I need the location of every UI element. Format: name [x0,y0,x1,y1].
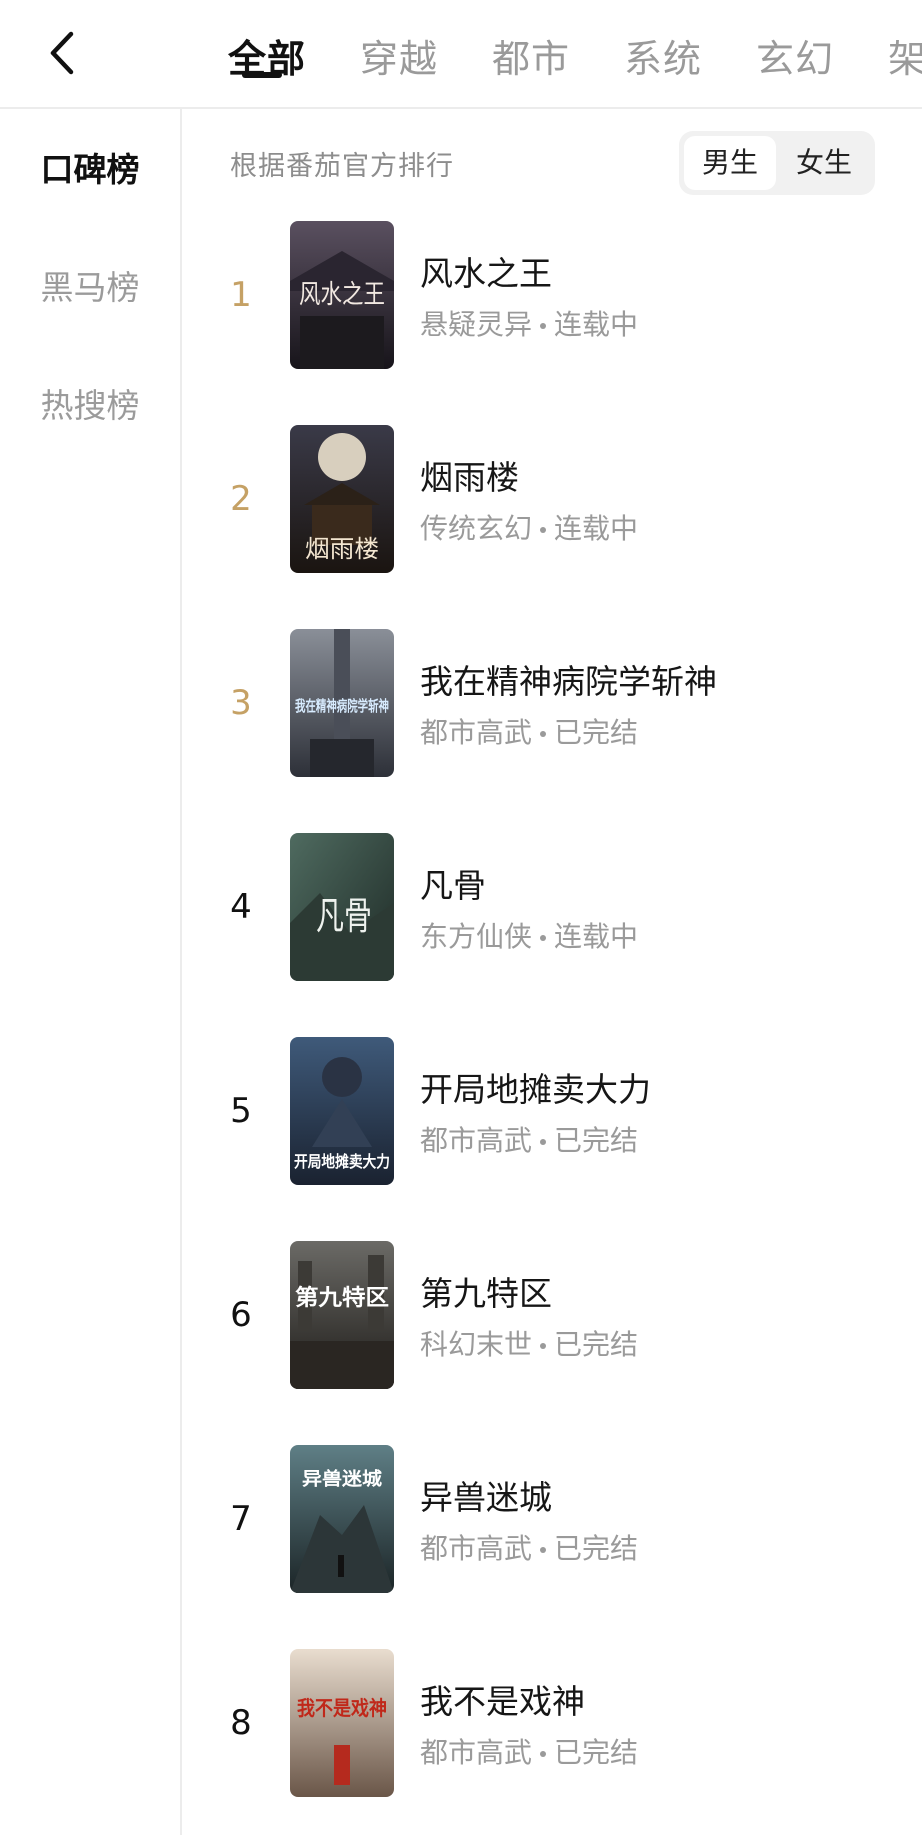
tab-urban[interactable]: 都市 [492,28,570,83]
book-title: 第九特区 [420,1274,552,1313]
chevron-left-icon [50,31,74,75]
rank-number: 4 [230,887,252,927]
book-genre: 科幻末世 [420,1328,533,1361]
book-cover[interactable]: 凡骨 [290,833,394,981]
separator-dot [540,1343,547,1349]
book-title: 我不是戏神 [420,1682,585,1721]
book-title: 开局地摊卖大力 [420,1070,651,1109]
book-genre: 东方仙侠 [420,920,533,953]
book-meta: 都市高武 已完结 [420,1731,638,1771]
book-meta: 东方仙侠 连载中 [420,915,638,955]
book-status: 连载中 [554,920,639,953]
cover-title-art: 风水之王 [299,280,385,310]
book-genre: 都市高武 [420,1124,533,1157]
book-row[interactable]: 2 烟雨楼 烟雨楼 传统玄幻 连载中 [182,425,922,575]
tab-system[interactable]: 系统 [624,28,702,83]
cover-title-art: 我在精神病院学斩神 [295,697,389,715]
rank-number: 1 [230,275,252,315]
sidebar-item-dark-horse[interactable]: 黑马榜 [0,261,180,309]
book-row[interactable]: 5 开局地摊卖大力 开局地摊卖大力 都市高武 已完结 [182,1037,922,1187]
ranking-source-note: 根据番茄官方排行 [230,151,454,182]
rank-number: 2 [230,479,252,519]
separator-dot [540,1139,547,1145]
book-status: 已完结 [554,1736,639,1769]
book-meta: 都市高武 已完结 [420,1119,638,1159]
book-genre: 都市高武 [420,1532,533,1565]
rank-number: 5 [230,1091,252,1131]
book-genre: 都市高武 [420,716,533,749]
book-cover[interactable]: 异兽迷城 [290,1445,394,1593]
cover-title-art: 开局地摊卖大力 [294,1152,390,1171]
book-genre: 悬疑灵异 [420,308,533,341]
gender-male-button[interactable]: 男生 [684,136,776,190]
gender-female-button[interactable]: 女生 [778,136,870,190]
book-meta: 悬疑灵异 连载中 [420,303,638,343]
book-status: 已完结 [554,1532,639,1565]
book-status: 已完结 [554,716,639,749]
book-cover[interactable]: 我不是戏神 [290,1649,394,1797]
cover-title-art: 我不是戏神 [297,1696,387,1720]
book-cover[interactable]: 风水之王 [290,221,394,369]
book-genre: 传统玄幻 [420,512,533,545]
book-cover[interactable]: 我在精神病院学斩神 [290,629,394,777]
book-meta: 传统玄幻 连载中 [420,507,638,547]
tab-fantasy[interactable]: 玄幻 [756,28,834,83]
separator-dot [540,935,547,941]
sidebar-item-reputation[interactable]: 口碑榜 [0,143,180,191]
book-title: 烟雨楼 [420,458,519,497]
book-title: 凡骨 [420,866,486,905]
book-meta: 科幻末世 已完结 [420,1323,638,1363]
book-cover[interactable]: 第九特区 [290,1241,394,1389]
book-row[interactable]: 8 我不是戏神 我不是戏神 都市高武 已完结 [182,1649,922,1799]
gender-toggle: 男生 女生 [679,131,875,195]
rank-number: 8 [230,1703,252,1743]
cover-title-art: 第九特区 [295,1285,389,1311]
cover-title-art: 异兽迷城 [302,1468,382,1490]
separator-dot [540,1751,547,1757]
separator-dot [540,323,547,329]
cover-title-art: 烟雨楼 [305,535,379,563]
category-tabs: 全部 穿越 都市 系统 玄幻 架 [228,0,922,107]
separator-dot [540,731,547,737]
rank-number: 7 [230,1499,252,1539]
book-status: 连载中 [554,512,639,545]
tab-overflow[interactable]: 架 [888,28,922,83]
rank-number: 3 [230,683,252,723]
tab-time-travel[interactable]: 穿越 [360,28,438,83]
book-title: 风水之王 [420,254,552,293]
rank-number: 6 [230,1295,252,1335]
book-status: 连载中 [554,308,639,341]
book-meta: 都市高武 已完结 [420,711,638,751]
sidebar-item-hot-search[interactable]: 热搜榜 [0,379,180,427]
book-row[interactable]: 1 风水之王 风水之王 悬疑灵异 连载中 [182,221,922,371]
book-meta: 都市高武 已完结 [420,1527,638,1567]
book-title: 我在精神病院学斩神 [420,662,717,701]
book-cover[interactable]: 烟雨楼 [290,425,394,573]
book-row[interactable]: 7 异兽迷城 异兽迷城 都市高武 已完结 [182,1445,922,1595]
book-row[interactable]: 6 第九特区 第九特区 科幻末世 已完结 [182,1241,922,1391]
ranking-sidebar: 口碑榜 黑马榜 热搜榜 [0,109,182,1835]
back-button[interactable] [38,24,86,82]
book-title: 异兽迷城 [420,1478,552,1517]
separator-dot [540,527,547,533]
book-genre: 都市高武 [420,1736,533,1769]
book-cover[interactable]: 开局地摊卖大力 [290,1037,394,1185]
active-tab-indicator [242,72,282,78]
separator-dot [540,1547,547,1553]
top-bar: 全部 穿越 都市 系统 玄幻 架 [0,0,922,109]
book-row[interactable]: 4 凡骨 凡骨 东方仙侠 连载中 [182,833,922,983]
cover-title-art: 凡骨 [316,894,372,938]
book-row[interactable]: 3 我在精神病院学斩神 我在精神病院学斩神 都市高武 已完结 [182,629,922,779]
book-status: 已完结 [554,1328,639,1361]
book-status: 已完结 [554,1124,639,1157]
ranking-list-panel: 根据番茄官方排行 男生 女生 1 风水之王 风水之王 悬疑灵异 连载中 2 烟雨… [182,109,922,1835]
